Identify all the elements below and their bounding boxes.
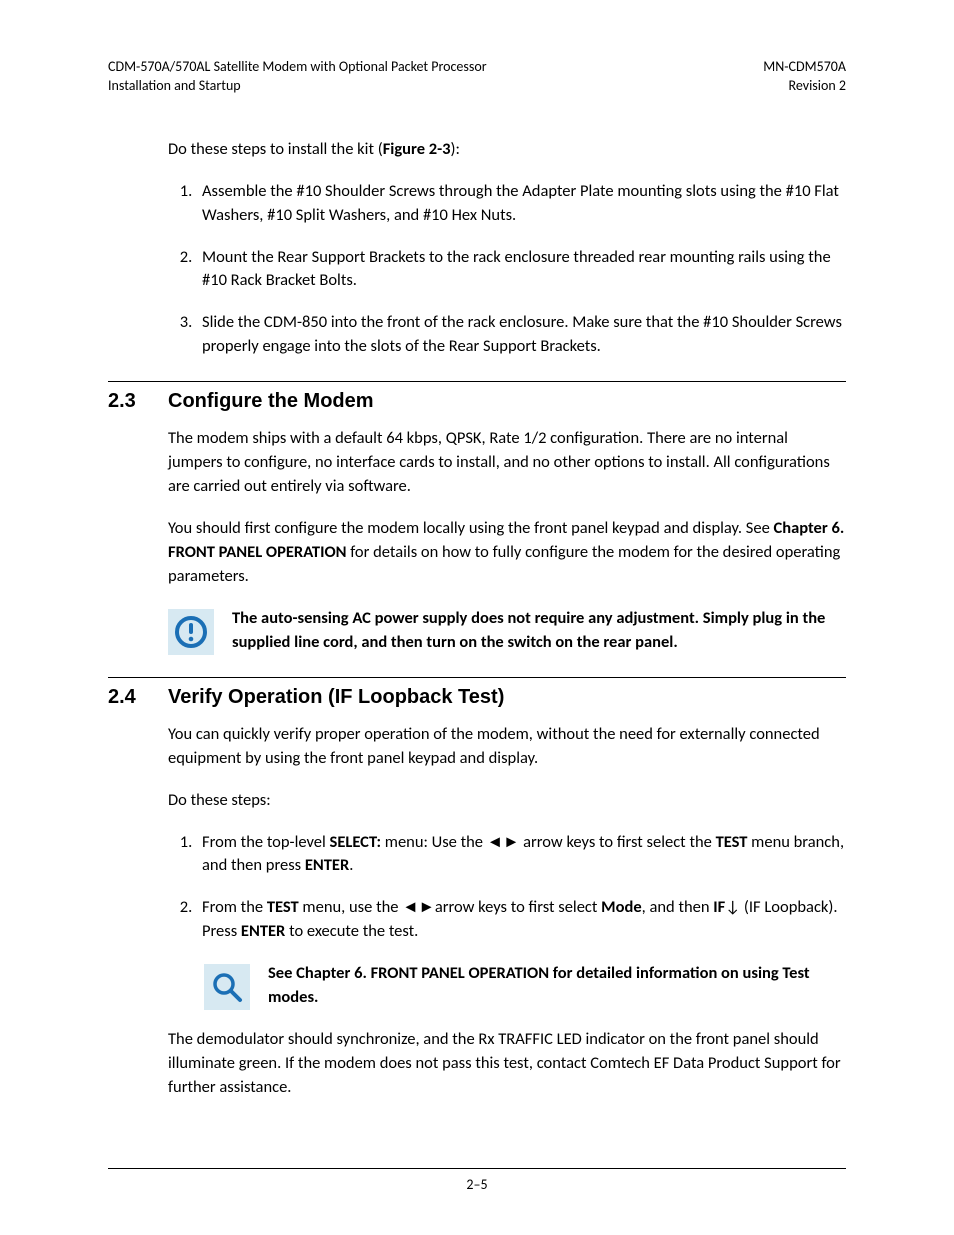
- header-left: CDM-570A/570AL Satellite Modem with Opti…: [108, 58, 487, 96]
- text: You should first configure the modem loc…: [168, 518, 774, 538]
- reference-note-block: See Chapter 6. FRONT PANEL OPERATION for…: [204, 962, 846, 1010]
- intro-block: Do these steps to install the kit (Figur…: [168, 138, 846, 359]
- text: From the top-level: [202, 832, 330, 852]
- footer-divider: [108, 1168, 846, 1169]
- menu-name: SELECT:: [330, 832, 381, 852]
- section-2-4-body: You can quickly verify proper operation …: [168, 723, 846, 944]
- text: ):: [451, 139, 460, 159]
- section-divider: [108, 677, 846, 678]
- document-page: CDM-570A/570AL Satellite Modem with Opti…: [0, 0, 954, 1235]
- header-product: CDM-570A/570AL Satellite Modem with Opti…: [108, 58, 487, 75]
- verify-step-1: From the top-level SELECT: menu: Use the…: [196, 831, 846, 879]
- sec24-p1: You can quickly verify proper operation …: [168, 723, 846, 771]
- alert-circle-icon: [168, 609, 214, 655]
- magnifier-icon: [204, 964, 250, 1010]
- section-2-4-closing: The demodulator should synchronize, and …: [168, 1028, 846, 1100]
- verify-step-2: From the TEST menu, use the ◄►arrow keys…: [196, 896, 846, 944]
- install-step-1: Assemble the #10 Shoulder Screws through…: [196, 180, 846, 228]
- install-steps-list: Assemble the #10 Shoulder Screws through…: [168, 180, 846, 360]
- section-title: Configure the Modem: [168, 390, 846, 413]
- sec24-p3: The demodulator should synchronize, and …: [168, 1028, 846, 1100]
- menu-name: TEST: [716, 832, 748, 852]
- section-number: 2.4: [108, 686, 168, 709]
- sec23-p2: You should first configure the modem loc…: [168, 517, 846, 589]
- text: menu: Use the ◄► arrow keys to first sel…: [381, 832, 716, 852]
- menu-name: TEST: [267, 897, 299, 917]
- intro-paragraph: Do these steps to install the kit (Figur…: [168, 138, 846, 162]
- section-2-3-heading: 2.3 Configure the Modem: [108, 390, 846, 413]
- text: , and then: [642, 897, 714, 917]
- text: menu, use the ◄►arrow keys to first sele…: [299, 897, 601, 917]
- section-number: 2.3: [108, 390, 168, 413]
- text: Do these steps to install the kit (: [168, 139, 383, 159]
- header-right: MN-CDM570A Revision 2: [763, 58, 846, 96]
- section-2-3-body: The modem ships with a default 64 kbps, …: [168, 427, 846, 589]
- text: to execute the test.: [285, 921, 418, 941]
- page-header: CDM-570A/570AL Satellite Modem with Opti…: [108, 58, 846, 96]
- text: .: [349, 855, 353, 875]
- key-name: ENTER: [241, 921, 285, 941]
- page-number: 2–5: [0, 1176, 954, 1193]
- option-name: IF: [713, 897, 725, 917]
- verify-steps-list: From the top-level SELECT: menu: Use the…: [168, 831, 846, 945]
- section-title: Verify Operation (IF Loopback Test): [168, 686, 846, 709]
- sec24-p2: Do these steps:: [168, 789, 846, 813]
- figure-ref: Figure 2-3: [383, 139, 451, 159]
- text: From the: [202, 897, 267, 917]
- sec23-p1: The modem ships with a default 64 kbps, …: [168, 427, 846, 499]
- section-divider: [108, 381, 846, 382]
- header-revision: Revision 2: [789, 77, 846, 94]
- section-2-4-heading: 2.4 Verify Operation (IF Loopback Test): [108, 686, 846, 709]
- install-step-2: Mount the Rear Support Brackets to the r…: [196, 246, 846, 294]
- option-name: Mode: [601, 897, 641, 917]
- important-note-text: The auto-sensing AC power supply does no…: [232, 607, 846, 655]
- header-section: Installation and Startup: [108, 77, 241, 94]
- reference-note-text: See Chapter 6. FRONT PANEL OPERATION for…: [268, 962, 846, 1010]
- header-docnum: MN-CDM570A: [763, 58, 846, 75]
- install-step-3: Slide the CDM-850 into the front of the …: [196, 311, 846, 359]
- key-name: ENTER: [305, 855, 349, 875]
- important-note-block: The auto-sensing AC power supply does no…: [168, 607, 846, 655]
